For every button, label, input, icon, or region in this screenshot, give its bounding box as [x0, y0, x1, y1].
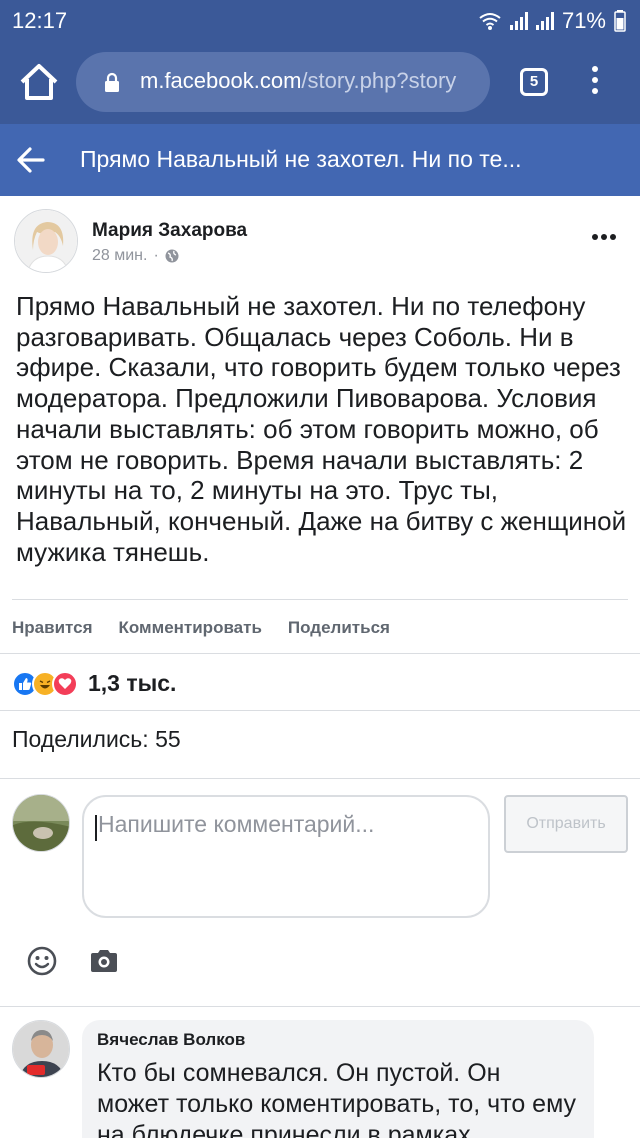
url-path: /story.php?story [301, 68, 457, 93]
divider [12, 599, 628, 600]
divider [0, 653, 640, 654]
meta-separator: · [153, 247, 159, 264]
current-user-avatar [12, 794, 70, 852]
comment-text: Кто бы сомневался. Он пустой. Он может т… [97, 1059, 577, 1138]
page-header: Прямо Навальный не захотел. Ни по те... [0, 124, 640, 196]
share-button[interactable]: Поделиться [288, 618, 390, 638]
browser-menu-icon[interactable] [590, 66, 600, 98]
post-options-icon[interactable] [592, 234, 616, 240]
post-time[interactable]: 28 мин. [92, 247, 147, 265]
share-count[interactable]: Поделились: 55 [12, 726, 181, 753]
page-title: Прямо Навальный не захотел. Ни по те... [80, 146, 522, 172]
love-reaction-icon [52, 670, 78, 697]
divider [0, 1006, 640, 1007]
globe-icon [165, 249, 179, 263]
comment-bubble: Вячеслав Волков Кто бы сомневался. Он пу… [82, 1020, 594, 1138]
signal-icon [509, 12, 528, 30]
home-icon[interactable] [18, 62, 60, 102]
url-text: m.facebook.com/story.php?story [140, 68, 480, 94]
camera-icon[interactable] [89, 948, 119, 974]
battery-level: 71% [561, 8, 606, 33]
tab-switcher-button[interactable]: 5 [520, 68, 548, 96]
post-meta: 28 мин. · [92, 247, 179, 265]
signal-icon-2 [535, 12, 554, 30]
comment-input[interactable] [98, 811, 478, 838]
status-bar: 12:17 71% [0, 0, 640, 40]
text-cursor [95, 815, 97, 841]
battery-icon [614, 10, 626, 32]
emoji-icon[interactable] [27, 946, 57, 976]
post-author-name[interactable]: Мария Захарова [92, 220, 247, 242]
status-time: 12:17 [12, 8, 68, 33]
wifi-icon [479, 13, 501, 30]
like-button[interactable]: Нравится [12, 618, 93, 638]
send-comment-button[interactable]: Отправить [504, 795, 628, 853]
address-bar[interactable]: m.facebook.com/story.php?story [76, 52, 490, 112]
reaction-count: 1,3 тыс. [88, 670, 177, 696]
back-arrow-icon[interactable] [16, 146, 46, 174]
comment-author-name[interactable]: Вячеслав Волков [97, 1030, 245, 1050]
divider [0, 778, 640, 779]
browser-toolbar: m.facebook.com/story.php?story 5 [0, 40, 640, 124]
lock-icon [105, 72, 119, 92]
url-domain: m.facebook.com [140, 68, 302, 93]
divider [0, 710, 640, 711]
post-actions: Нравится Комментировать Поделиться [12, 618, 390, 638]
commenter-avatar[interactable] [12, 1020, 70, 1078]
comment-input-box[interactable] [82, 795, 490, 918]
reactions-summary[interactable]: 1,3 тыс. [12, 670, 176, 697]
post-text: Прямо Навальный не захотел. Ни по телефо… [16, 291, 627, 567]
comment-button[interactable]: Комментировать [119, 618, 262, 638]
system-indicators: 71% [478, 8, 626, 34]
author-avatar[interactable] [14, 209, 78, 273]
